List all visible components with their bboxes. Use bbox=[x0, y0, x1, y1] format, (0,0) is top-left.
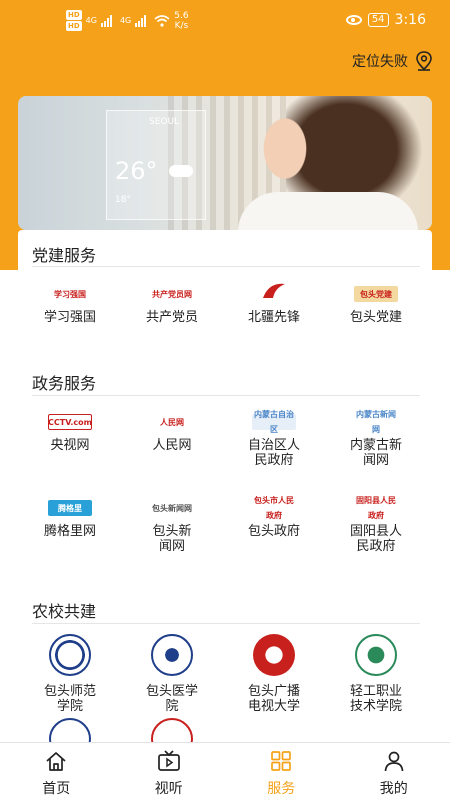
service-label: 包头广播电视大学 bbox=[247, 684, 300, 714]
weather-city: SEOUL bbox=[149, 117, 180, 127]
baotoudangjian-logo-icon: 包头党建 bbox=[354, 286, 398, 302]
service-label: 腾格里网 bbox=[43, 524, 96, 539]
battery-icon: 54 bbox=[367, 13, 389, 27]
service-label: 包头师范学院 bbox=[43, 684, 96, 714]
banner-person-image bbox=[250, 108, 320, 198]
network-speed-unit: K/s bbox=[174, 20, 189, 31]
clock: 3:16 bbox=[394, 12, 426, 28]
section-title-gov: 政务服务 bbox=[32, 374, 97, 393]
nav-services[interactable]: 服务 bbox=[225, 743, 338, 800]
service-baotou-gov[interactable]: 包头市人民政府 包头政府 bbox=[224, 496, 324, 539]
service-label: 固阳县人民政府 bbox=[349, 524, 402, 554]
service-gongchandangyuan[interactable]: 共产党员网 共产党员 bbox=[122, 286, 222, 326]
status-left: HD HD 4G 4G 5.6 K/s bbox=[66, 10, 189, 31]
location-button[interactable]: 定位失败 bbox=[352, 50, 434, 72]
baotou-radio-tv-university-logo-icon bbox=[253, 634, 295, 676]
service-zizhiqu[interactable]: 内蒙古自治区 自治区人民政府 bbox=[224, 410, 324, 468]
service-label: 共产党员 bbox=[145, 310, 198, 325]
nav-home[interactable]: 首页 bbox=[0, 743, 113, 800]
service-renminwang[interactable]: 人民网 人民网 bbox=[122, 414, 222, 454]
service-label: 内蒙古新闻网 bbox=[349, 438, 402, 468]
promo-banner[interactable]: SEOUL 26° 18° bbox=[18, 96, 432, 230]
weather-temperature: 26° bbox=[115, 157, 158, 185]
location-status-text: 定位失败 bbox=[352, 54, 408, 70]
section-title-party: 党建服务 bbox=[32, 246, 97, 265]
service-label: 包头党建 bbox=[349, 310, 402, 325]
home-icon bbox=[46, 752, 66, 771]
xuexiqiangguo-logo-icon: 学习强国 bbox=[54, 289, 86, 299]
video-icon bbox=[157, 750, 180, 771]
beijiangxianfeng-logo-icon bbox=[259, 280, 289, 302]
hd-badge-1: HD bbox=[66, 10, 82, 20]
light-industry-college-logo-icon bbox=[355, 634, 397, 676]
service-cctv[interactable]: CCTV.com 央视网 bbox=[20, 414, 120, 453]
signal-icon bbox=[100, 14, 112, 27]
service-label: 包头医学院 bbox=[145, 684, 198, 714]
service-label: 人民网 bbox=[152, 438, 192, 453]
guyang-gov-logo-icon: 固阳县人民政府 bbox=[356, 496, 396, 520]
service-label: 包头政府 bbox=[247, 524, 300, 539]
signal-icon-2 bbox=[135, 14, 147, 27]
network-speed-value: 5.6 bbox=[174, 10, 189, 21]
service-label: 包头新闻网 bbox=[152, 524, 192, 554]
nav-label-media: 视听 bbox=[154, 781, 183, 797]
section-title-edu: 农校共建 bbox=[32, 602, 97, 621]
gongchandangyuan-logo-icon: 共产党员网 bbox=[152, 289, 192, 299]
service-baotou-medical-college[interactable]: 包头医学院 bbox=[122, 634, 222, 714]
neimenggu-news-logo-icon: 内蒙古新闻网 bbox=[356, 410, 396, 434]
service-label: 北疆先锋 bbox=[247, 310, 300, 325]
eye-comfort-icon bbox=[345, 15, 362, 25]
service-guyang-gov[interactable]: 固阳县人民政府 固阳县人民政府 bbox=[326, 496, 426, 554]
service-label: 轻工职业技术学院 bbox=[349, 684, 402, 714]
service-xuexiqiangguo[interactable]: 学习强国 学习强国 bbox=[20, 286, 120, 326]
status-bar: HD HD 4G 4G 5.6 K/s 54 3:16 bbox=[0, 0, 450, 40]
hd-badge-2: HD bbox=[66, 21, 82, 31]
grid-icon bbox=[271, 751, 292, 771]
nav-label-home: 首页 bbox=[42, 781, 71, 797]
wifi-icon bbox=[154, 14, 170, 27]
service-neimenggu-news[interactable]: 内蒙古新闻网 内蒙古新闻网 bbox=[326, 410, 426, 468]
user-icon bbox=[384, 751, 404, 772]
location-pin-icon bbox=[416, 51, 432, 71]
zizhiqu-logo-icon: 内蒙古自治区 bbox=[252, 410, 296, 434]
service-baotou-normal-university[interactable]: 包头师范学院 bbox=[20, 634, 120, 714]
service-beijiangxianfeng[interactable]: 北疆先锋 bbox=[224, 280, 324, 325]
baotou-news-logo-icon: 包头新闻网 bbox=[152, 503, 192, 513]
network-label-1: 4G bbox=[85, 15, 97, 25]
nav-label-profile: 我的 bbox=[379, 781, 408, 797]
services-panel: 党建服务 学习强国 学习强国 共产党员网 共产党员 北疆先锋 包头党建 包头党建… bbox=[18, 230, 432, 760]
nav-profile[interactable]: 我的 bbox=[338, 743, 450, 800]
cctv-logo-icon: CCTV.com bbox=[48, 414, 92, 430]
renminwang-logo-icon: 人民网 bbox=[160, 417, 184, 427]
weather-low: 18° bbox=[115, 195, 131, 205]
nav-media[interactable]: 视听 bbox=[113, 743, 226, 800]
baotou-normal-university-logo-icon bbox=[49, 634, 91, 676]
nav-label-services: 服务 bbox=[267, 781, 296, 797]
service-label: 央视网 bbox=[50, 438, 90, 453]
baotou-gov-logo-icon: 包头市人民政府 bbox=[254, 496, 294, 520]
bottom-nav: 首页 视听 服务 我的 bbox=[0, 742, 450, 800]
tenggeli-logo-icon: 腾格里 bbox=[48, 500, 92, 516]
cloud-icon bbox=[169, 165, 193, 177]
service-baotoudangjian[interactable]: 包头党建 包头党建 bbox=[326, 286, 426, 325]
service-light-industry-college[interactable]: 轻工职业技术学院 bbox=[326, 634, 426, 714]
network-label-2: 4G bbox=[119, 15, 132, 25]
service-tenggeli[interactable]: 腾格里 腾格里网 bbox=[20, 500, 120, 539]
baotou-medical-college-logo-icon bbox=[151, 634, 193, 676]
service-baotou-radio-tv-university[interactable]: 包头广播电视大学 bbox=[224, 634, 324, 714]
service-baotou-news[interactable]: 包头新闻网 包头新闻网 bbox=[122, 500, 222, 555]
weather-overlay: SEOUL 26° 18° bbox=[106, 110, 206, 220]
service-label: 自治区人民政府 bbox=[247, 438, 300, 468]
service-label: 学习强国 bbox=[43, 310, 96, 325]
